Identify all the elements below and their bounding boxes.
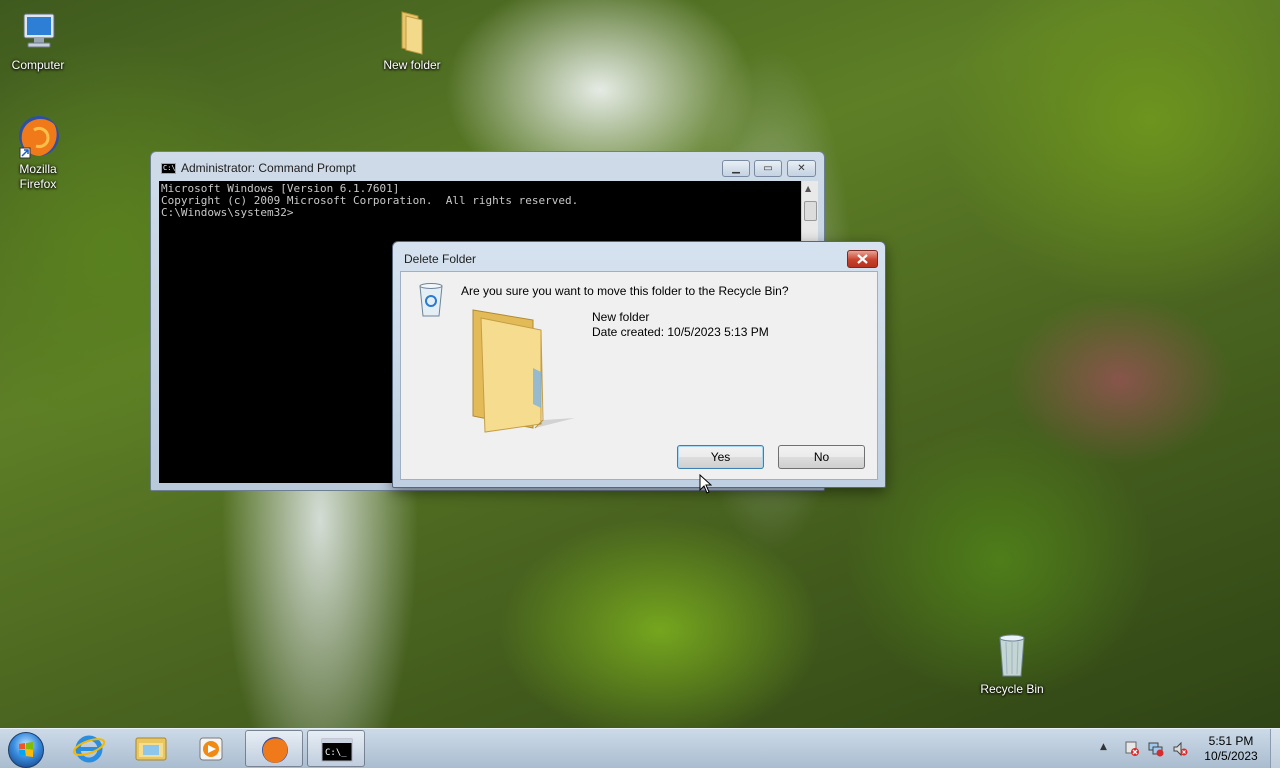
command-prompt-title: Administrator: Command Prompt <box>181 161 356 175</box>
file-date-created: Date created: 10/5/2023 5:13 PM <box>592 325 769 339</box>
clock-date: 10/5/2023 <box>1204 749 1258 763</box>
firefox-desktop-icon[interactable]: Mozilla Firefox <box>0 112 76 192</box>
start-button[interactable] <box>8 732 44 768</box>
firefox-label: Mozilla Firefox <box>19 162 57 191</box>
scroll-up-arrow-icon[interactable]: ▲ <box>805 184 811 193</box>
recycle-bin-icon <box>988 632 1036 680</box>
recycle-bin-desktop-icon[interactable]: Recycle Bin <box>974 632 1050 697</box>
taskbar-command-prompt[interactable]: C:\_ <box>307 730 365 767</box>
file-name: New folder <box>592 310 650 324</box>
media-player-icon <box>199 737 223 761</box>
close-button[interactable]: ✕ <box>787 160 816 177</box>
command-prompt-titlebar[interactable]: C:\ Administrator: Command Prompt ▁ ▭ ✕ <box>151 152 824 182</box>
computer-label: Computer <box>11 58 65 72</box>
delete-folder-dialog[interactable]: Delete Folder Are you sure you want to m… <box>392 241 886 488</box>
minimize-button[interactable]: ▁ <box>722 160 750 177</box>
firefox-icon <box>14 112 62 160</box>
dialog-title: Delete Folder <box>404 252 477 266</box>
command-prompt-icon: C:\_ <box>321 738 353 762</box>
monitor-icon <box>14 8 62 56</box>
desktop: Computer New folder Mozilla Firefox Recy… <box>0 0 1280 728</box>
taskbar: C:\_ ▲ 5:51 PM 10/5/2023 <box>0 728 1280 768</box>
dialog-close-button[interactable] <box>847 250 878 268</box>
close-x-icon <box>857 254 868 264</box>
scroll-thumb[interactable] <box>804 201 817 221</box>
action-center-icon[interactable] <box>1124 741 1140 760</box>
computer-desktop-icon[interactable]: Computer <box>0 8 76 73</box>
clock-time: 5:51 PM <box>1208 734 1254 748</box>
system-clock[interactable]: 5:51 PM 10/5/2023 <box>1196 734 1266 764</box>
taskbar-firefox[interactable] <box>245 730 303 767</box>
no-button[interactable]: No <box>778 445 865 469</box>
taskbar-internet-explorer[interactable] <box>60 730 118 767</box>
new-folder-label: New folder <box>383 58 441 72</box>
show-hidden-icons-button[interactable]: ▲ <box>1100 742 1107 752</box>
recycle-bin-icon <box>417 282 445 321</box>
taskbar-windows-explorer[interactable] <box>121 730 179 767</box>
mouse-cursor-icon <box>699 473 713 497</box>
svg-text:C:\_: C:\_ <box>325 748 347 758</box>
volume-muted-icon[interactable] <box>1172 741 1188 760</box>
recycle-bin-label: Recycle Bin <box>980 682 1044 696</box>
network-icon[interactable] <box>1148 741 1164 760</box>
dialog-question: Are you sure you want to move this folde… <box>461 284 789 298</box>
maximize-button[interactable]: ▭ <box>754 160 782 177</box>
taskbar-windows-media-player[interactable] <box>182 730 240 767</box>
command-prompt-icon: C:\ <box>161 163 176 174</box>
new-folder-desktop-icon[interactable]: New folder <box>374 8 450 73</box>
windows-logo-icon <box>19 742 33 757</box>
show-desktop-button[interactable] <box>1270 729 1280 768</box>
folder-icon <box>388 8 436 56</box>
yes-button[interactable]: Yes <box>677 445 764 469</box>
firefox-icon <box>262 737 288 763</box>
dialog-body: Are you sure you want to move this folde… <box>400 271 878 480</box>
folder-library-icon <box>135 737 167 761</box>
large-folder-icon <box>465 308 575 436</box>
console-prompt-line: C:\Windows\system32> <box>161 206 294 219</box>
internet-explorer-icon <box>72 735 106 763</box>
